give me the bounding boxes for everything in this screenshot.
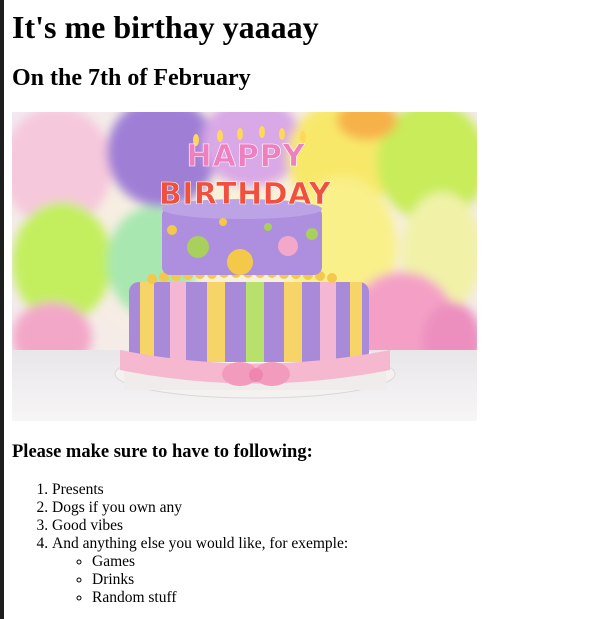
instructions-heading: Please make sure to have to following: <box>12 442 313 462</box>
sub-list-item: Random stuff <box>92 589 348 607</box>
list-item-text: Presents <box>52 481 104 498</box>
list-item: Presents <box>52 481 348 499</box>
window-left-edge <box>0 0 4 619</box>
sub-list-item: Drinks <box>92 571 348 589</box>
list-item-text: Good vibes <box>52 517 124 534</box>
list-item: Good vibes <box>52 517 348 535</box>
list-item-text: And anything else you would like, for ex… <box>52 535 349 552</box>
bottom-tier-stripes <box>140 282 362 362</box>
cake-illustration: HAPPY BIRTHDAY <box>12 112 477 421</box>
requirements-list: Presents Dogs if you own any Good vibes … <box>12 481 348 607</box>
happy-candle-text: HAPPY <box>186 139 305 174</box>
page-subtitle: On the 7th of February <box>12 65 251 91</box>
list-item-text: Dogs if you own any <box>52 499 183 516</box>
birthday-candle-text: BIRTHDAY <box>159 177 332 212</box>
list-item: Dogs if you own any <box>52 499 348 517</box>
examples-sublist: Games Drinks Random stuff <box>52 553 348 607</box>
list-item: And anything else you would like, for ex… <box>52 535 348 607</box>
birthday-cake-image: HAPPY BIRTHDAY <box>12 112 477 421</box>
sub-list-item: Games <box>92 553 348 571</box>
page-title: It's me birthay yaaaay <box>12 9 319 45</box>
